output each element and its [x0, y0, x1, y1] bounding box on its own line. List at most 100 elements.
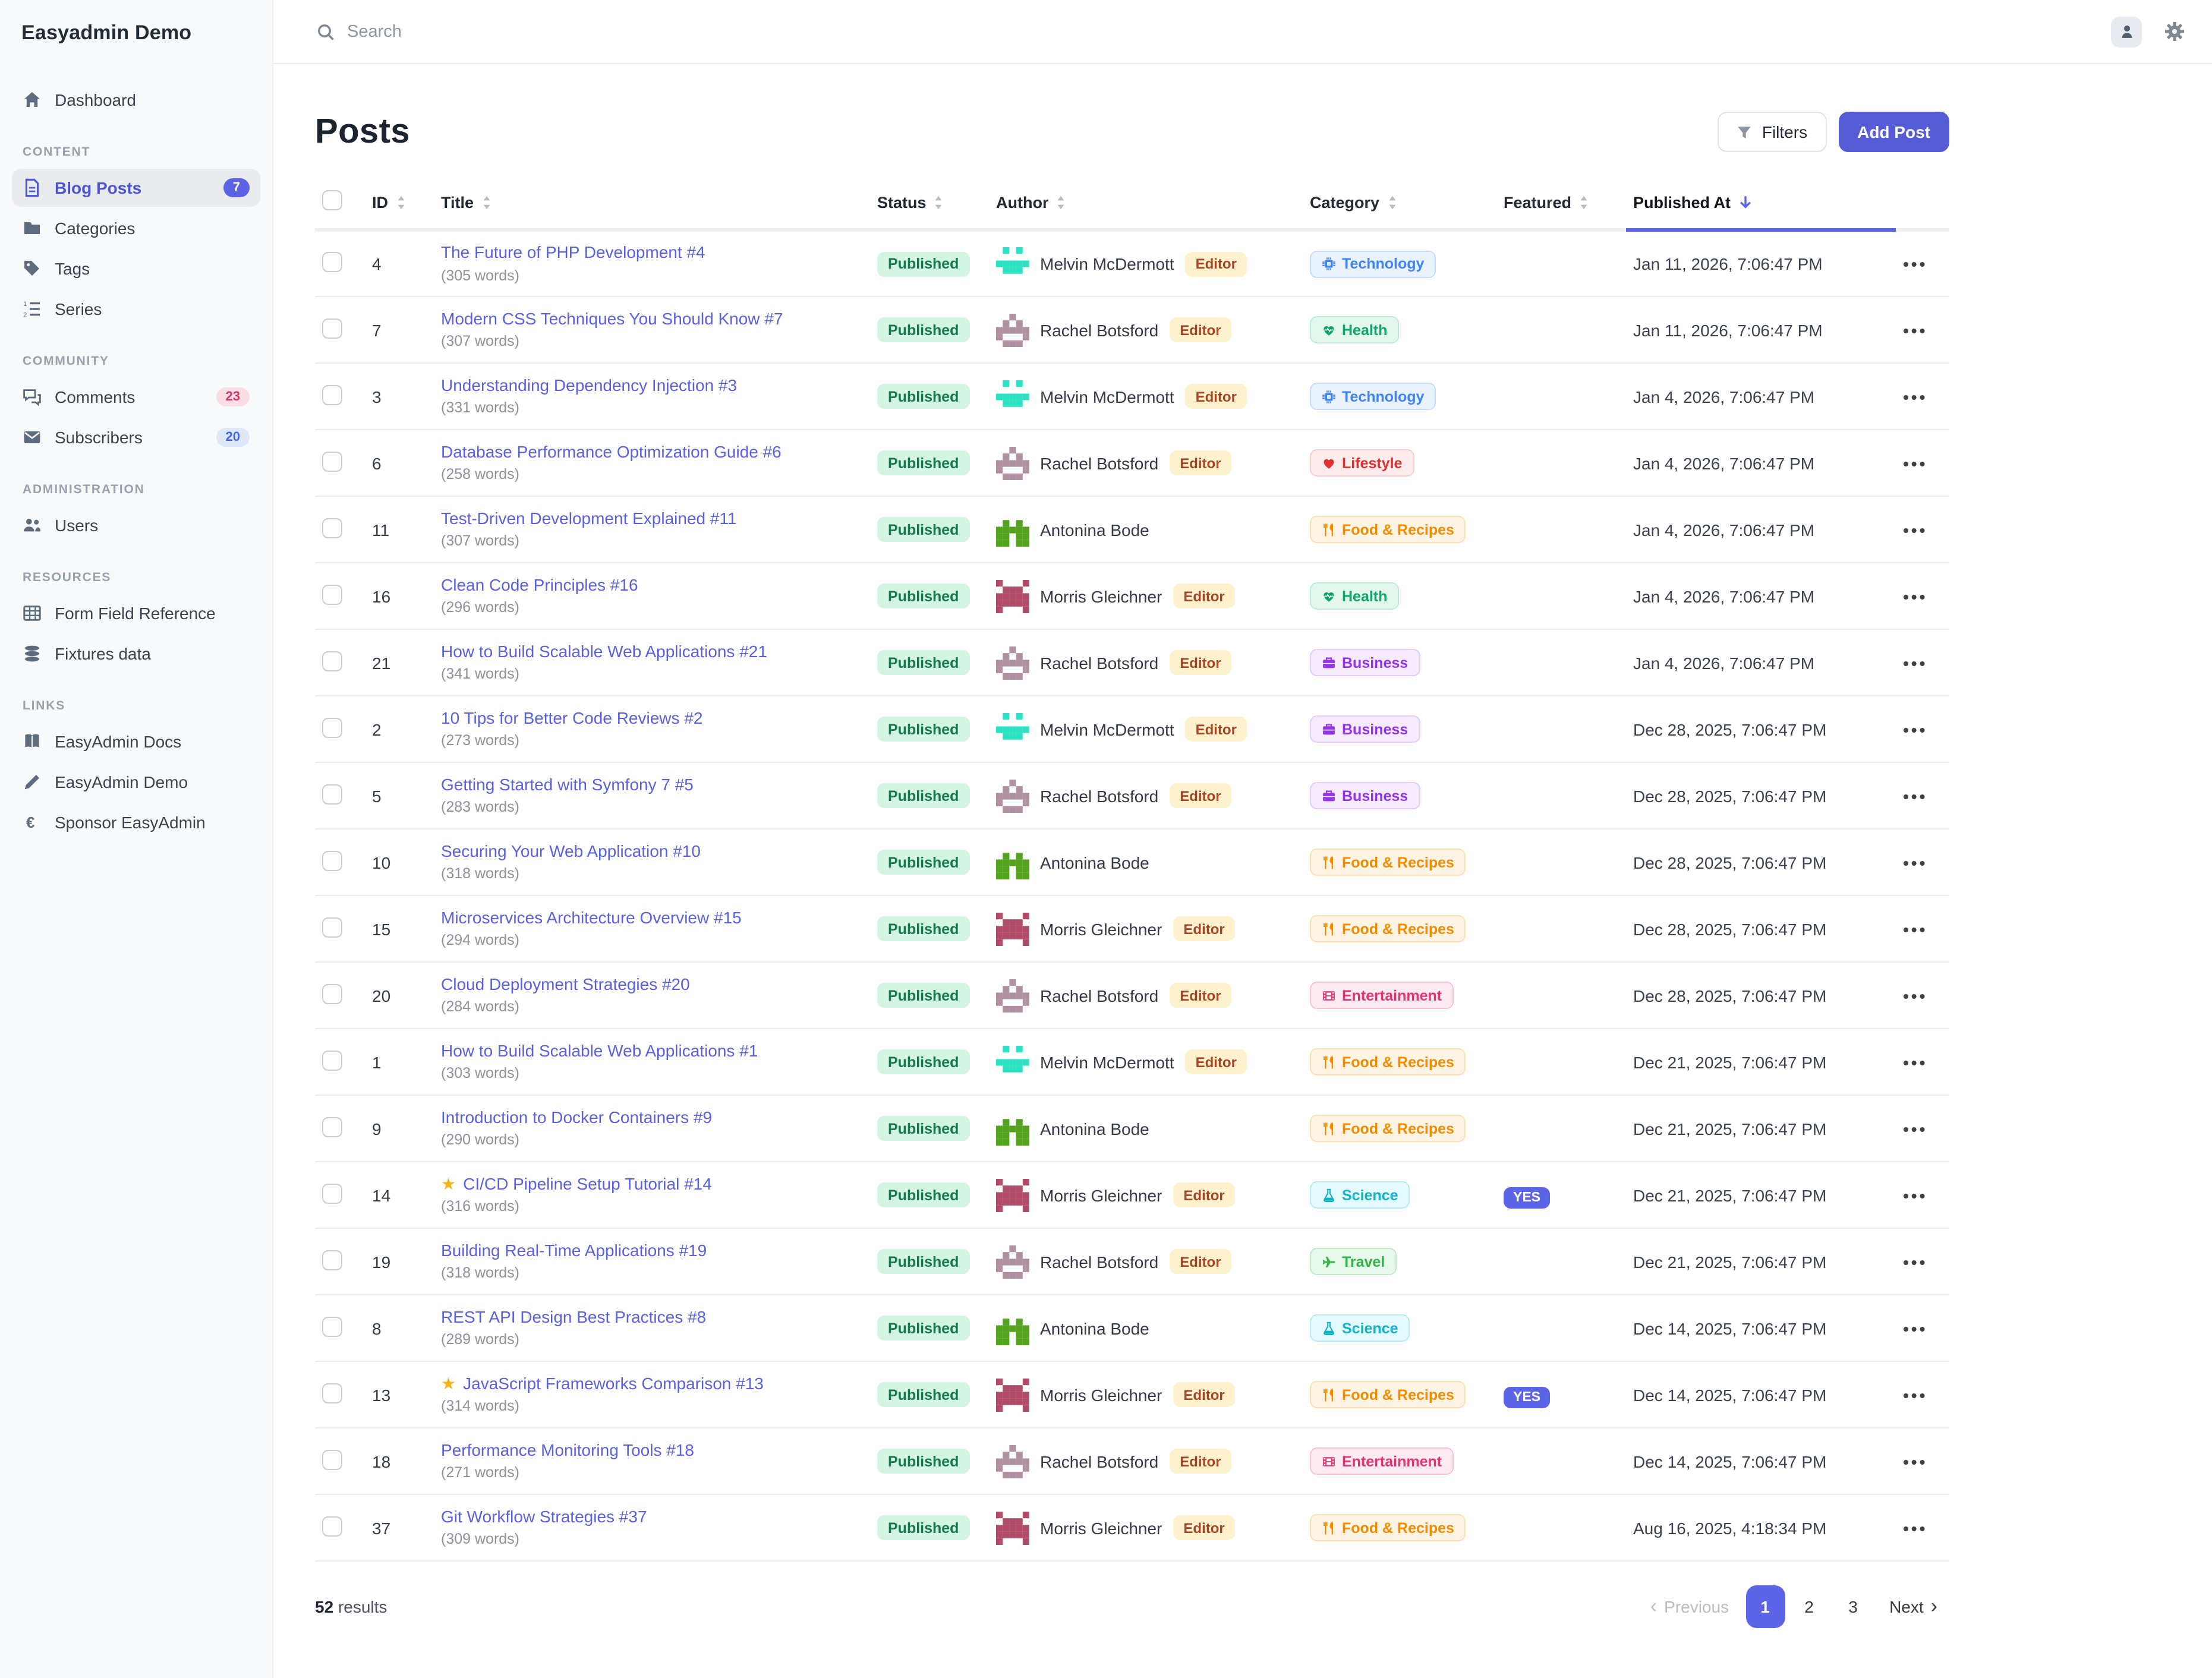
row-actions-button[interactable]: ••• — [1903, 320, 1927, 339]
sidebar-item-tags[interactable]: Tags — [12, 250, 260, 288]
page-button-2[interactable]: 2 — [1789, 1585, 1829, 1628]
column-header-author[interactable]: Author — [989, 183, 1303, 230]
row-checkbox[interactable] — [322, 717, 342, 737]
briefcase-icon — [1322, 788, 1336, 803]
settings-button[interactable] — [2163, 20, 2186, 43]
row-checkbox[interactable] — [322, 518, 342, 538]
column-header-published-at[interactable]: Published At — [1626, 183, 1896, 230]
post-title-link[interactable]: Understanding Dependency Injection #3 — [441, 376, 737, 396]
role-badge: Editor — [1173, 1382, 1235, 1407]
sidebar-item-comments[interactable]: Comments23 — [12, 378, 260, 416]
row-actions-button[interactable]: ••• — [1903, 1185, 1927, 1204]
row-checkbox[interactable] — [322, 384, 342, 405]
post-title-link[interactable]: CI/CD Pipeline Setup Tutorial #14 — [463, 1174, 712, 1195]
sidebar-item-easyadmin-demo[interactable]: EasyAdmin Demo — [12, 763, 260, 801]
sidebar-item-fixtures-data[interactable]: Fixtures data — [12, 635, 260, 673]
page-button-1[interactable]: 1 — [1745, 1585, 1785, 1628]
column-header-id[interactable]: ID — [365, 183, 434, 230]
comments-icon — [23, 387, 42, 406]
filters-button[interactable]: Filters — [1718, 112, 1826, 152]
row-actions-button[interactable]: ••• — [1903, 919, 1927, 938]
column-header-title[interactable]: Title — [434, 183, 870, 230]
row-actions-button[interactable]: ••• — [1903, 1119, 1927, 1138]
select-all-checkbox[interactable] — [322, 190, 342, 210]
row-actions-button[interactable]: ••• — [1903, 1452, 1927, 1471]
column-header-status[interactable]: Status — [870, 183, 989, 230]
count-badge: 20 — [216, 428, 250, 447]
category-badge: Food & Recipes — [1310, 1048, 1466, 1075]
post-title-link[interactable]: Introduction to Docker Containers #9 — [441, 1108, 712, 1128]
row-checkbox[interactable] — [322, 1250, 342, 1270]
row-actions-button[interactable]: ••• — [1903, 720, 1927, 739]
post-title-link[interactable]: Git Workflow Strategies #37 — [441, 1507, 647, 1528]
previous-page-button[interactable]: ‹ Previous — [1638, 1588, 1741, 1626]
post-title-link[interactable]: 10 Tips for Better Code Reviews #2 — [441, 708, 702, 729]
published-at: Dec 28, 2025, 7:06:47 PM — [1626, 696, 1896, 762]
row-actions-button[interactable]: ••• — [1903, 387, 1927, 406]
page-button-3[interactable]: 3 — [1833, 1585, 1873, 1628]
row-checkbox[interactable] — [322, 1116, 342, 1137]
post-title-link[interactable]: Securing Your Web Application #10 — [441, 841, 701, 862]
row-actions-button[interactable]: ••• — [1903, 1319, 1927, 1338]
row-checkbox[interactable] — [322, 451, 342, 471]
row-actions-button[interactable]: ••• — [1903, 1252, 1927, 1271]
search-input[interactable] — [347, 22, 846, 41]
sidebar-item-dashboard[interactable]: Dashboard — [12, 81, 260, 119]
word-count: (290 words) — [441, 1132, 863, 1150]
column-header-category[interactable]: Category — [1303, 183, 1496, 230]
row-actions-button[interactable]: ••• — [1903, 453, 1927, 472]
post-title-link[interactable]: Clean Code Principles #16 — [441, 575, 638, 596]
post-title-link[interactable]: Database Performance Optimization Guide … — [441, 442, 782, 463]
row-actions-button[interactable]: ••• — [1903, 254, 1927, 273]
published-at: Jan 4, 2026, 7:06:47 PM — [1626, 430, 1896, 496]
post-title-link[interactable]: Modern CSS Techniques You Should Know #7 — [441, 309, 783, 330]
sidebar-item-easyadmin-docs[interactable]: EasyAdmin Docs — [12, 723, 260, 761]
post-title-link[interactable]: JavaScript Frameworks Comparison #13 — [463, 1374, 764, 1395]
next-page-button[interactable]: Next › — [1877, 1588, 1949, 1626]
row-checkbox[interactable] — [322, 983, 342, 1004]
add-post-button[interactable]: Add Post — [1838, 112, 1949, 152]
sidebar-item-categories[interactable]: Categories — [12, 209, 260, 247]
sidebar-item-form-field-reference[interactable]: Form Field Reference — [12, 594, 260, 632]
sidebar-item-subscribers[interactable]: Subscribers20 — [12, 418, 260, 456]
row-checkbox[interactable] — [322, 1183, 342, 1203]
column-header-featured[interactable]: Featured — [1496, 183, 1626, 230]
row-checkbox[interactable] — [322, 318, 342, 338]
post-title-link[interactable]: Cloud Deployment Strategies #20 — [441, 974, 690, 995]
sidebar-item-sponsor-easyadmin[interactable]: €Sponsor EasyAdmin — [12, 803, 260, 841]
row-checkbox[interactable] — [322, 784, 342, 804]
post-title-link[interactable]: Performance Monitoring Tools #18 — [441, 1440, 694, 1461]
row-checkbox[interactable] — [322, 252, 342, 272]
post-title-link[interactable]: Getting Started with Symfony 7 #5 — [441, 775, 694, 796]
post-title-link[interactable]: How to Build Scalable Web Applications #… — [441, 642, 767, 663]
post-title-link[interactable]: How to Build Scalable Web Applications #… — [441, 1041, 758, 1062]
row-checkbox[interactable] — [322, 1050, 342, 1070]
post-title-link[interactable]: Test-Driven Development Explained #11 — [441, 509, 737, 529]
sidebar-item-series[interactable]: 12Series — [12, 290, 260, 328]
post-title-link[interactable]: REST API Design Best Practices #8 — [441, 1307, 706, 1328]
row-checkbox[interactable] — [322, 1449, 342, 1469]
row-checkbox[interactable] — [322, 850, 342, 870]
row-checkbox[interactable] — [322, 917, 342, 937]
row-checkbox[interactable] — [322, 1383, 342, 1403]
row-checkbox[interactable] — [322, 584, 342, 604]
row-checkbox[interactable] — [322, 651, 342, 671]
post-title-link[interactable]: The Future of PHP Development #4 — [441, 243, 705, 264]
row-checkbox[interactable] — [322, 1316, 342, 1336]
row-checkbox[interactable] — [322, 1516, 342, 1536]
row-actions-button[interactable]: ••• — [1903, 586, 1927, 605]
row-actions-button[interactable]: ••• — [1903, 1385, 1927, 1404]
row-actions-button[interactable]: ••• — [1903, 1052, 1927, 1071]
sidebar-item-users[interactable]: Users — [12, 506, 260, 544]
post-title-link[interactable]: Microservices Architecture Overview #15 — [441, 908, 742, 929]
row-actions-button[interactable]: ••• — [1903, 520, 1927, 539]
row-actions-button[interactable]: ••• — [1903, 786, 1927, 805]
row-actions-button[interactable]: ••• — [1903, 1518, 1927, 1537]
row-actions-button[interactable]: ••• — [1903, 853, 1927, 872]
sidebar-item-blog-posts[interactable]: Blog Posts7 — [12, 169, 260, 207]
author-name: Morris Gleichner — [1040, 1518, 1162, 1537]
post-title-link[interactable]: Building Real-Time Applications #19 — [441, 1241, 707, 1261]
row-actions-button[interactable]: ••• — [1903, 653, 1927, 672]
row-actions-button[interactable]: ••• — [1903, 986, 1927, 1005]
user-menu-button[interactable] — [2111, 16, 2142, 47]
